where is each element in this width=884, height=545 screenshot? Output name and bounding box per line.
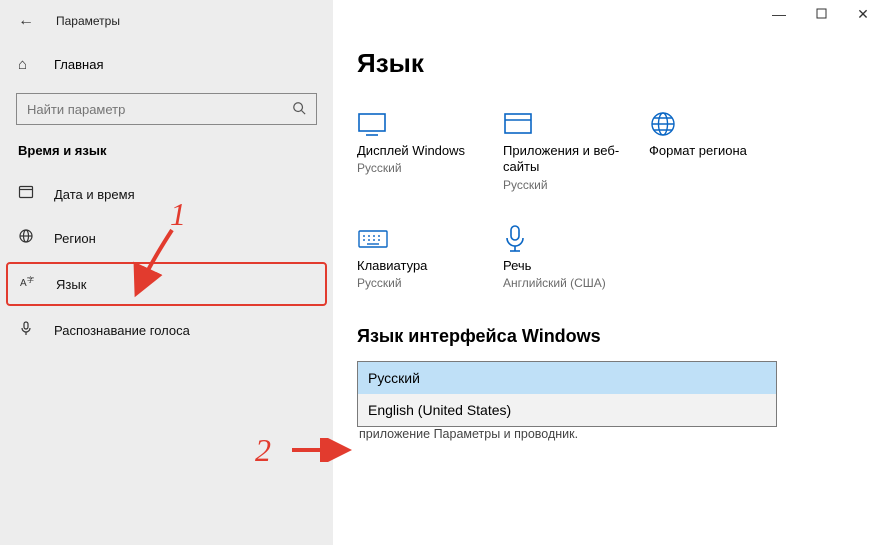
search-input-container[interactable] bbox=[16, 93, 317, 125]
clock-icon bbox=[18, 184, 36, 204]
tile-speech[interactable]: Речь Английский (США) bbox=[503, 220, 649, 290]
sidebar-home-label: Главная bbox=[54, 57, 103, 72]
search-input[interactable] bbox=[27, 102, 278, 117]
search-icon bbox=[292, 101, 306, 118]
sidebar-item-label: Регион bbox=[54, 231, 96, 246]
home-icon: ⌂ bbox=[18, 56, 36, 73]
sidebar-item-date-time[interactable]: Дата и время bbox=[0, 172, 333, 216]
sidebar-item-label: Распознавание голоса bbox=[54, 323, 190, 338]
close-button[interactable]: ✕ bbox=[856, 6, 870, 23]
tile-label: Формат региона bbox=[649, 143, 795, 159]
sidebar-item-language[interactable]: A 字 Язык bbox=[6, 262, 327, 306]
tile-display[interactable]: Дисплей Windows Русский bbox=[357, 105, 503, 192]
language-tiles: Дисплей Windows Русский Приложения и веб… bbox=[357, 105, 797, 318]
hint-text: приложение Параметры и проводник. bbox=[357, 427, 860, 441]
microphone-icon bbox=[18, 320, 36, 340]
interface-language-dropdown[interactable]: Русский English (United States) bbox=[357, 361, 777, 427]
sidebar-item-label: Язык bbox=[56, 277, 86, 292]
sidebar-item-region[interactable]: Регион bbox=[0, 216, 333, 260]
sidebar-item-speech[interactable]: Распознавание голоса bbox=[0, 308, 333, 352]
sidebar-home[interactable]: ⌂ Главная bbox=[0, 48, 333, 81]
window-controls: — ✕ bbox=[772, 6, 870, 23]
tile-value: Русский bbox=[357, 276, 503, 290]
sidebar-section-title: Время и язык bbox=[0, 143, 333, 172]
tile-value: Английский (США) bbox=[503, 276, 649, 290]
monitor-icon bbox=[357, 105, 503, 143]
dropdown-option[interactable]: Русский bbox=[358, 362, 776, 394]
tile-value: Русский bbox=[357, 161, 503, 175]
sidebar: ← Параметры ⌂ Главная Время и язык Дата … bbox=[0, 0, 333, 545]
tile-apps[interactable]: Приложения и веб-сайты Русский bbox=[503, 105, 649, 192]
svg-text:A: A bbox=[20, 278, 27, 289]
globe-grid-icon bbox=[649, 105, 795, 143]
tile-label: Клавиатура bbox=[357, 258, 503, 274]
maximize-button[interactable] bbox=[814, 6, 828, 23]
tile-label: Речь bbox=[503, 258, 649, 274]
language-icon: A 字 bbox=[20, 274, 38, 294]
main-content: — ✕ Язык Дисплей Windows Русский bbox=[333, 0, 884, 545]
tile-label: Дисплей Windows bbox=[357, 143, 503, 159]
keyboard-icon bbox=[357, 220, 503, 258]
back-arrow-icon[interactable]: ← bbox=[18, 12, 38, 30]
microphone-icon bbox=[503, 220, 649, 258]
tile-region-format[interactable]: Формат региона bbox=[649, 105, 795, 192]
minimize-button[interactable]: — bbox=[772, 6, 786, 23]
section-heading: Язык интерфейса Windows bbox=[357, 326, 860, 347]
sidebar-item-label: Дата и время bbox=[54, 187, 135, 202]
svg-text:字: 字 bbox=[27, 275, 34, 284]
window-icon bbox=[503, 105, 649, 143]
globe-icon bbox=[18, 228, 36, 248]
window-title: Параметры bbox=[56, 14, 120, 28]
page-title: Язык bbox=[357, 48, 860, 79]
tile-value: Русский bbox=[503, 178, 649, 192]
tile-label: Приложения и веб-сайты bbox=[503, 143, 649, 176]
tile-keyboard[interactable]: Клавиатура Русский bbox=[357, 220, 503, 290]
dropdown-option[interactable]: English (United States) bbox=[358, 394, 776, 426]
